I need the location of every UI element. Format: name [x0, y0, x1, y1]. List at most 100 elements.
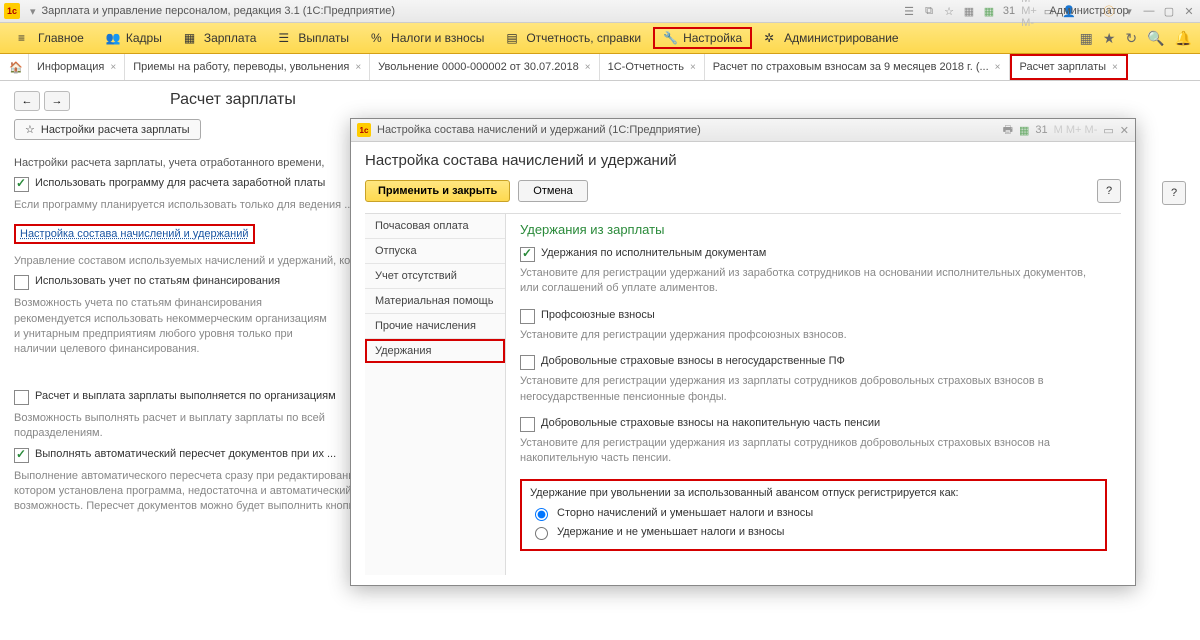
settings-modal: 1c Настройка состава начислений и удержа… — [350, 118, 1136, 586]
menu-nalogi[interactable]: %Налоги и взносы — [361, 27, 494, 49]
side-tab[interactable]: Почасовая оплата — [365, 214, 505, 239]
main-menubar: ≡Главное 👥Кадры ▦Зарплата ☰Выплаты %Нало… — [0, 23, 1200, 54]
home-tab-icon[interactable]: 🏠 — [4, 54, 29, 80]
opt-label: Добровольные страховые взносы в негосуда… — [541, 355, 845, 367]
info-icon[interactable]: ⓘ — [1102, 4, 1116, 18]
opt-desc: Установите для регистрации удержания из … — [520, 374, 1107, 405]
chk-label: Выполнять автоматический пересчет докуме… — [35, 448, 336, 460]
checkbox[interactable] — [520, 247, 535, 262]
side-tab[interactable]: Материальная помощь — [365, 289, 505, 314]
tab[interactable]: Информация× — [29, 54, 125, 80]
tb-text: M M+ M- — [1054, 124, 1098, 136]
modal-title-text: Настройка состава начислений и удержаний… — [377, 124, 701, 136]
radio-group-title: Удержание при увольнении за использованн… — [530, 487, 1097, 499]
radio-input[interactable] — [535, 527, 548, 540]
opt-desc: Установите для регистрации удержаний из … — [520, 266, 1107, 297]
opt-label: Профсоюзные взносы — [541, 309, 655, 321]
tb-icon[interactable]: 🖶 — [1003, 121, 1013, 140]
tb-icon[interactable]: 31 — [1002, 4, 1016, 18]
tab[interactable]: Приемы на работу, переводы, увольнения× — [125, 54, 370, 80]
dropdown-icon[interactable]: ▾ — [30, 5, 36, 18]
opt-label: Добровольные страховые взносы на накопит… — [541, 417, 880, 429]
help-button[interactable]: ? — [1097, 179, 1121, 203]
tb-icon[interactable]: ▦ — [962, 4, 976, 18]
cancel-button[interactable]: Отмена — [518, 180, 587, 202]
chk-label: Использовать программу для расчета зараб… — [35, 177, 325, 189]
menu-vyplaty[interactable]: ☰Выплаты — [268, 27, 359, 49]
menu-kadry[interactable]: 👥Кадры — [96, 27, 172, 49]
radio-input[interactable] — [535, 508, 548, 521]
radio-option[interactable]: Сторно начислений и уменьшает налоги и в… — [530, 505, 1097, 521]
page-title: Расчет зарплаты — [170, 91, 296, 109]
menu-otchet[interactable]: ▤Отчетность, справки — [496, 27, 651, 49]
app-logo-icon: 1c — [357, 123, 371, 137]
desc-text: Возможность выполнять расчет и выплату з… — [14, 411, 334, 442]
star-icon[interactable]: ★ — [1103, 30, 1116, 47]
side-tab[interactable]: Отпуска — [365, 239, 505, 264]
search-icon[interactable]: 🔍 — [1147, 30, 1164, 47]
close-icon[interactable]: × — [110, 62, 116, 73]
tabs-bar: 🏠 Информация× Приемы на работу, переводы… — [0, 54, 1200, 81]
tb-icon[interactable]: ☆ — [942, 4, 956, 18]
side-tab[interactable]: Прочие начисления — [365, 314, 505, 339]
maximize-icon[interactable]: ▢ — [1162, 4, 1176, 18]
close-icon[interactable]: × — [355, 62, 361, 73]
bell-icon[interactable]: 🔔 — [1175, 30, 1192, 47]
settings-button[interactable]: ☆Настройки расчета зарплаты — [14, 119, 201, 140]
menu-nastroika[interactable]: 🔧Настройка — [653, 27, 752, 49]
app-titlebar: 1c ▾ Зарплата и управление персоналом, р… — [0, 0, 1200, 23]
menu-admin[interactable]: ✲Администрирование — [754, 27, 908, 49]
chk-label: Использовать учет по статьям финансирова… — [35, 275, 280, 287]
app-logo-icon: 1c — [4, 3, 20, 19]
settings-panel: Удержания из зарплаты Удержания по испол… — [506, 214, 1121, 575]
tb-icon[interactable]: ▦ — [1019, 124, 1029, 137]
nav-forward-button[interactable]: → — [44, 91, 70, 111]
tb-icon[interactable]: ▾ — [1122, 4, 1136, 18]
close-icon[interactable]: × — [585, 62, 591, 73]
checkbox[interactable] — [14, 390, 29, 405]
tab[interactable]: 1С-Отчетность× — [600, 54, 705, 80]
opt-desc: Установите для регистрации удержания про… — [520, 328, 1107, 343]
checkbox[interactable] — [14, 448, 29, 463]
star-icon: ☆ — [25, 123, 35, 136]
side-tab-active[interactable]: Удержания — [365, 339, 505, 363]
menu-zarplata[interactable]: ▦Зарплата — [174, 27, 267, 49]
checkbox[interactable] — [14, 177, 29, 192]
minimize-icon[interactable]: — — [1142, 4, 1156, 18]
checkbox[interactable] — [520, 309, 535, 324]
modal-close-icon[interactable]: ✕ — [1120, 124, 1129, 137]
tb-text: M M+ M- — [1022, 4, 1036, 18]
close-icon[interactable]: × — [1112, 62, 1118, 73]
checkbox[interactable] — [520, 355, 535, 370]
apply-close-button[interactable]: Применить и закрыть — [365, 180, 510, 202]
tab[interactable]: Увольнение 0000-000002 от 30.07.2018× — [370, 54, 599, 80]
side-tab[interactable]: Учет отсутствий — [365, 264, 505, 289]
nav-back-button[interactable]: ← — [14, 91, 40, 111]
close-icon[interactable]: × — [690, 62, 696, 73]
modal-side-tabs: Почасовая оплата Отпуска Учет отсутствий… — [365, 214, 506, 575]
tb-icon[interactable]: ▦ — [982, 4, 996, 18]
modal-heading: Настройка состава начислений и удержаний — [365, 152, 1121, 169]
tb-icon[interactable]: ▭ — [1103, 124, 1113, 137]
chk-label: Расчет и выплата зарплаты выполняется по… — [35, 390, 336, 402]
opt-label: Удержания по исполнительным документам — [541, 247, 766, 259]
checkbox[interactable] — [520, 417, 535, 432]
checkbox[interactable] — [14, 275, 29, 290]
radio-option[interactable]: Удержание и не уменьшает налоги и взносы — [530, 524, 1097, 540]
tab[interactable]: Расчет по страховым взносам за 9 месяцев… — [705, 54, 1010, 80]
modal-titlebar: 1c Настройка состава начислений и удержа… — [351, 119, 1135, 142]
tb-icon[interactable]: ☰ — [902, 4, 916, 18]
close-icon[interactable]: ✕ — [1182, 4, 1196, 18]
tab-active[interactable]: Расчет зарплаты× — [1010, 54, 1128, 80]
close-icon[interactable]: × — [995, 62, 1001, 73]
history-icon[interactable]: ↻ — [1125, 30, 1137, 47]
apps-icon[interactable]: ▦ — [1080, 30, 1093, 47]
app-title: Зарплата и управление персоналом, редакц… — [42, 5, 395, 17]
radio-group-highlight: Удержание при увольнении за использованн… — [520, 479, 1107, 551]
tb-icon[interactable]: ⧉ — [922, 4, 936, 18]
settings-link[interactable]: Настройка состава начислений и удержаний — [20, 228, 249, 240]
menu-main[interactable]: ≡Главное — [8, 27, 94, 49]
tb-icon[interactable]: 31 — [1035, 124, 1047, 136]
help-button[interactable]: ? — [1162, 181, 1186, 205]
opt-desc: Установите для регистрации удержания из … — [520, 436, 1107, 467]
